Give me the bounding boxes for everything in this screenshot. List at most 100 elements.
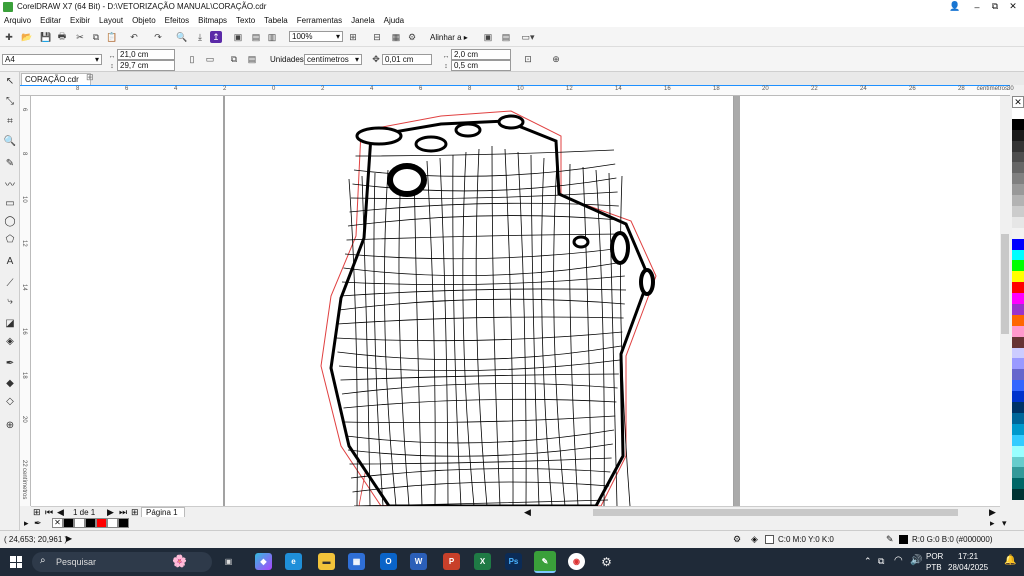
pick-tool-icon[interactable]: ↖ <box>3 74 17 88</box>
interactive-fill-icon[interactable]: ◆ <box>3 376 17 390</box>
palette-swatch[interactable] <box>1012 423 1024 435</box>
palette-swatch[interactable] <box>1012 282 1024 294</box>
search-content-icon[interactable]: 🔍 <box>176 31 188 43</box>
parallel-dimension-icon[interactable]: ⟋ <box>3 276 17 290</box>
palette-expand-icon[interactable]: ▸ <box>24 518 29 529</box>
menu-item-bitmaps[interactable]: Bitmaps <box>198 16 227 25</box>
transparency-icon[interactable]: ◈ <box>3 334 17 348</box>
language-secondary[interactable]: PTB <box>926 563 942 572</box>
drawing-canvas[interactable] <box>31 96 1000 506</box>
word-icon[interactable]: W <box>410 553 427 570</box>
menu-item-efeitos[interactable]: Efeitos <box>165 16 189 25</box>
palette-swatch[interactable] <box>1012 314 1024 326</box>
palette-swatch[interactable] <box>1012 304 1024 315</box>
palette-swatch[interactable] <box>1012 271 1024 283</box>
palette-swatch[interactable] <box>1012 325 1024 337</box>
polygon-tool-icon[interactable]: ⬠ <box>3 232 17 246</box>
crop-tool-icon[interactable]: ⌗ <box>3 114 17 128</box>
notifications-icon[interactable]: 🔔 <box>1004 555 1016 566</box>
menu-item-arquivo[interactable]: Arquivo <box>4 16 31 25</box>
menu-item-editar[interactable]: Editar <box>40 16 61 25</box>
new-tab-icon[interactable]: ⊞ <box>86 72 94 83</box>
palette-swatch[interactable] <box>1012 151 1024 163</box>
tray-chevron-icon[interactable]: ⌃ <box>864 556 872 567</box>
align-to-dropdown[interactable]: Alinhar a ▸ <box>430 33 468 42</box>
palette-swatch[interactable] <box>1012 184 1024 196</box>
palette-swatch[interactable] <box>1012 445 1024 457</box>
status-expand-icon[interactable]: ▶ <box>66 534 72 543</box>
options-icon[interactable]: ⚙ <box>406 31 418 43</box>
palette-swatch[interactable] <box>1012 489 1024 501</box>
palette-swatch[interactable] <box>1012 478 1024 490</box>
corel-connect-icon[interactable]: ▤ <box>250 31 262 43</box>
menu-item-exibir[interactable]: Exibir <box>70 16 90 25</box>
menu-item-tabela[interactable]: Tabela <box>264 16 288 25</box>
palette-swatch[interactable] <box>1012 369 1024 381</box>
menu-item-layout[interactable]: Layout <box>99 16 123 25</box>
outlook-icon[interactable]: O <box>380 553 397 570</box>
page-height-field[interactable]: 29,7 cm <box>117 60 175 71</box>
powerpoint-icon[interactable]: P <box>443 553 460 570</box>
show-rulers-icon[interactable]: ▦ <box>390 31 402 43</box>
menu-item-objeto[interactable]: Objeto <box>132 16 156 25</box>
welcome-screen-icon[interactable]: ▣ <box>482 31 494 43</box>
palette-swatch[interactable] <box>1012 412 1024 424</box>
document-swatch[interactable] <box>74 518 85 528</box>
paste-icon[interactable]: 📋 <box>106 31 118 43</box>
palette-swatch[interactable] <box>1012 391 1024 403</box>
snap-to-icon[interactable]: ⊟ <box>371 31 383 43</box>
palette-swatch[interactable] <box>1012 195 1024 207</box>
publish-pdf-icon[interactable]: ▣ <box>232 31 244 43</box>
cut-icon[interactable]: ✂ <box>74 31 86 43</box>
palette-swatch[interactable] <box>1012 402 1024 413</box>
units-select[interactable]: centímetros ▾ <box>304 54 362 65</box>
document-swatch[interactable] <box>85 518 96 528</box>
vertical-scrollbar[interactable] <box>1000 96 1010 506</box>
palette-swatch[interactable] <box>1012 173 1024 185</box>
all-pages-icon[interactable]: ⧉ <box>228 53 240 65</box>
document-swatch[interactable] <box>107 518 118 528</box>
clock-time[interactable]: 17:21 <box>958 552 978 561</box>
volume-icon[interactable]: 🔊 <box>910 555 922 566</box>
text-tool-icon[interactable]: A <box>3 254 17 268</box>
document-swatch[interactable]: ✕ <box>52 518 63 528</box>
screen-options-icon[interactable]: ▭▾ <box>521 31 534 43</box>
excel-icon[interactable]: X <box>474 553 491 570</box>
menu-item-ferramentas[interactable]: Ferramentas <box>297 16 342 25</box>
chrome-icon[interactable]: ◉ <box>568 553 585 570</box>
new-document-icon[interactable]: ✚ <box>3 31 15 43</box>
copilot-icon[interactable]: ◆ <box>255 553 272 570</box>
language-primary[interactable]: POR <box>926 552 943 561</box>
import-icon[interactable]: ⤓ <box>194 31 206 43</box>
add-tool-icon[interactable]: ⊕ <box>3 418 17 432</box>
palette-swatch[interactable] <box>1012 380 1024 392</box>
palette-swatch[interactable] <box>1012 358 1024 370</box>
print-icon[interactable]: 🖶 <box>56 31 68 43</box>
portrait-icon[interactable]: ▯ <box>186 53 198 65</box>
taskbar-search-box[interactable]: ⌕ Pesquisar 🌸 <box>32 552 212 572</box>
palette-swatch[interactable] <box>1012 129 1024 141</box>
color-proofing-icon[interactable]: ⚙ <box>733 534 741 545</box>
wifi-icon[interactable]: ◠ <box>894 555 903 566</box>
export-icon[interactable]: ↥ <box>210 31 222 43</box>
menu-item-janela[interactable]: Janela <box>351 16 375 25</box>
palette-swatch[interactable] <box>1012 456 1024 468</box>
save-icon[interactable]: 💾 <box>40 31 52 43</box>
tab-document[interactable]: CORAÇÃO.cdr <box>21 73 91 85</box>
palette-swatch[interactable] <box>1012 336 1024 348</box>
edge-icon[interactable]: e <box>285 553 302 570</box>
coreldraw-taskbar-icon[interactable]: ✎ <box>534 551 556 573</box>
duplicate-distance-y-field[interactable]: 0,5 cm <box>451 60 511 71</box>
document-swatch[interactable] <box>118 518 129 528</box>
duplicate-distance-x-field[interactable]: 2,0 cm <box>451 49 511 60</box>
eyedropper-small-icon[interactable]: ✒ <box>34 518 42 529</box>
connector-tool-icon[interactable]: ⤷ <box>3 294 17 308</box>
menu-item-texto[interactable]: Texto <box>236 16 255 25</box>
clock-date[interactable]: 28/04/2025 <box>948 563 988 572</box>
palette-swatch[interactable] <box>1012 140 1024 152</box>
vertical-ruler[interactable]: 6 8 10 12 14 16 18 20 22 centímetros <box>20 96 31 506</box>
palette-swatch[interactable] <box>1012 108 1024 119</box>
palette-swatch[interactable] <box>1012 238 1024 250</box>
application-launcher-icon[interactable]: ▤ <box>500 31 512 43</box>
docpalette-scroll-right-icon[interactable]: ▸ <box>990 518 995 529</box>
